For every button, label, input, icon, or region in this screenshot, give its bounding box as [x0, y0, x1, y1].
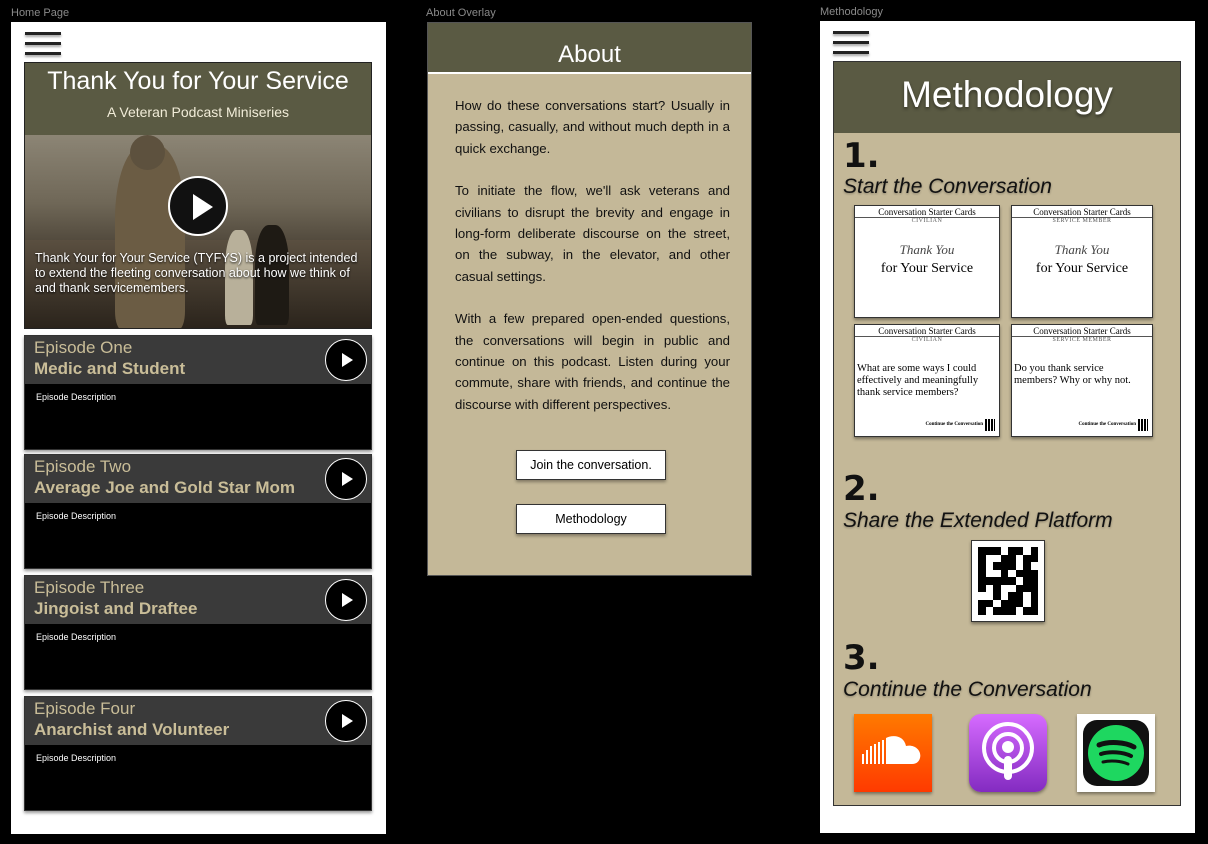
card-header: Conversation Starter Cards — [855, 206, 999, 218]
about-paragraph: With a few prepared open-ended questions… — [455, 311, 730, 412]
episode-number: Episode Three — [34, 578, 145, 597]
qr-code-icon — [985, 419, 995, 431]
episode-number: Episode Two — [34, 457, 132, 476]
methodology-panel: Methodology 1. Start the Conversation Co… — [833, 61, 1181, 806]
methodology-button[interactable]: Methodology — [516, 504, 666, 534]
card-tag: SERVICE MEMBER — [1052, 218, 1112, 224]
qr-code-icon — [1138, 419, 1148, 431]
play-icon[interactable] — [325, 458, 367, 500]
about-paragraph: To initiate the flow, we'll ask veterans… — [455, 183, 730, 284]
conversation-card: Conversation Starter Cards CIVILIAN What… — [854, 324, 1000, 437]
play-icon[interactable] — [325, 700, 367, 742]
episode-title: Medic and Student — [34, 359, 186, 378]
hero-play-button[interactable] — [168, 176, 228, 236]
card-header: Conversation Starter Cards — [1012, 206, 1152, 218]
play-icon[interactable] — [325, 339, 367, 381]
methodology-page: Methodology 1. Start the Conversation Co… — [820, 21, 1195, 833]
soundcloud-icon[interactable] — [854, 714, 932, 792]
about-title: About — [428, 23, 751, 74]
hero-header: Thank You for Your Service A Veteran Pod… — [25, 63, 371, 135]
card-line1: Thank You — [899, 242, 955, 257]
episode-description: Episode Description — [36, 753, 117, 763]
card-question: What are some ways I could effectively a… — [857, 363, 979, 398]
hero-section: Thank You for Your Service A Veteran Pod… — [24, 62, 372, 329]
hero-description: Thank Your for Your Service (TYFYS) is a… — [35, 251, 358, 295]
methodology-title: Methodology — [834, 62, 1180, 133]
conversation-card: Conversation Starter Cards SERVICE MEMBE… — [1011, 205, 1153, 318]
card-line2: for Your Service — [880, 261, 974, 276]
about-overlay: About How do these conversations start? … — [427, 22, 752, 576]
methodology-frame-label: Methodology — [820, 6, 883, 18]
step-label: Continue the Conversation — [843, 678, 1092, 701]
hero-subtitle: A Veteran Podcast Miniseries — [106, 104, 290, 120]
spotify-icon[interactable] — [1077, 714, 1155, 792]
conversation-card: Conversation Starter Cards CIVILIAN Than… — [854, 205, 1000, 318]
step-number: 2. — [843, 469, 880, 509]
apple-podcasts-icon[interactable] — [969, 714, 1047, 792]
card-tag: CIVILIAN — [911, 218, 943, 224]
episode-card[interactable]: Episode Two Average Joe and Gold Star Mo… — [24, 454, 372, 569]
about-paragraph: How do these conversations start? Usuall… — [455, 98, 730, 156]
card-question: Do you thank service members? Why or why… — [1014, 363, 1131, 386]
hero-image: Thank Your for Your Service (TYFYS) is a… — [25, 135, 371, 328]
hero-title: Thank You for Your Service — [47, 67, 349, 95]
hamburger-menu-icon[interactable] — [833, 31, 869, 57]
about-body: How do these conversations start? Usuall… — [428, 74, 751, 415]
card-header: Conversation Starter Cards — [1012, 325, 1152, 337]
card-line1: Thank You — [1054, 242, 1110, 257]
card-footer: Continue the Conversation — [925, 422, 983, 427]
about-frame-label: About Overlay — [426, 7, 496, 19]
step-label: Start the Conversation — [843, 175, 1052, 198]
step-label: Share the Extended Platform — [843, 509, 1113, 532]
home-frame-label: Home Page — [11, 7, 70, 19]
card-header: Conversation Starter Cards — [855, 325, 999, 337]
episode-description: Episode Description — [36, 511, 117, 521]
play-icon[interactable] — [325, 579, 367, 621]
home-page: Thank You for Your Service A Veteran Pod… — [11, 22, 386, 834]
episode-number: Episode One — [34, 338, 133, 357]
episode-card[interactable]: Episode One Medic and Student Episode De… — [24, 335, 372, 450]
episode-title: Average Joe and Gold Star Mom — [34, 478, 296, 497]
card-footer: Continue the Conversation — [1078, 422, 1136, 427]
episode-description: Episode Description — [36, 392, 117, 402]
episode-card[interactable]: Episode Four Anarchist and Volunteer Epi… — [24, 696, 372, 811]
conversation-card: Conversation Starter Cards SERVICE MEMBE… — [1011, 324, 1153, 437]
episode-title: Anarchist and Volunteer — [34, 720, 230, 739]
episode-title: Jingoist and Draftee — [34, 599, 198, 618]
episode-description: Episode Description — [36, 632, 117, 642]
step-number: 3. — [843, 638, 880, 678]
step-number: 1. — [843, 136, 880, 176]
join-conversation-button[interactable]: Join the conversation. — [516, 450, 666, 480]
episode-card[interactable]: Episode Three Jingoist and Draftee Episo… — [24, 575, 372, 690]
hamburger-menu-icon[interactable] — [25, 32, 61, 58]
episode-number: Episode Four — [34, 699, 136, 718]
card-line2: for Your Service — [1035, 261, 1129, 276]
qr-code-icon[interactable] — [971, 540, 1045, 622]
